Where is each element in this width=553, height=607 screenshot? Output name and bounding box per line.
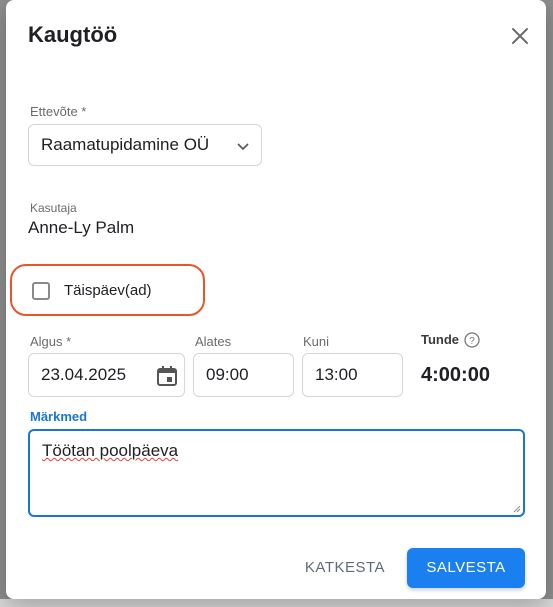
company-select[interactable]: Raamatupidamine OÜ xyxy=(28,124,262,166)
hours-label: Tunde xyxy=(421,332,460,347)
hours-value: 4:00:00 xyxy=(421,364,490,386)
chevron-down-icon xyxy=(237,143,249,151)
notes-value: Töötan poolpäeva xyxy=(42,441,179,460)
backdrop xyxy=(0,599,553,607)
from-label: Alates xyxy=(195,334,232,349)
full-day-checkbox[interactable] xyxy=(32,282,50,300)
user-value: Anne-Ly Palm xyxy=(28,218,135,237)
help-icon[interactable]: ? xyxy=(464,332,480,348)
user-label: Kasutaja xyxy=(30,201,77,215)
company-select-value: Raamatupidamine OÜ xyxy=(41,135,210,154)
full-day-label: Täispäev(ad) xyxy=(64,282,152,299)
save-button[interactable]: SALVESTA xyxy=(407,548,525,588)
to-label: Kuni xyxy=(303,334,330,349)
svg-text:?: ? xyxy=(469,336,475,347)
dialog-title: Kaugtöö xyxy=(28,22,118,47)
from-time-input[interactable]: 09:00 xyxy=(193,353,294,397)
start-date-label: Algus * xyxy=(30,334,72,349)
calendar-icon[interactable] xyxy=(156,365,178,387)
to-time-input[interactable]: 13:00 xyxy=(302,353,403,397)
resize-handle[interactable] xyxy=(511,503,521,513)
to-time-value: 13:00 xyxy=(315,365,358,384)
start-date-input[interactable]: 23.04.2025 xyxy=(28,353,185,397)
notes-label: Märkmed xyxy=(30,409,88,424)
from-time-value: 09:00 xyxy=(206,365,249,384)
notes-textarea[interactable]: Töötan poolpäeva xyxy=(28,429,525,517)
start-date-value: 23.04.2025 xyxy=(41,365,127,384)
remote-work-dialog: Kaugtöö Ettevõte * Raamatupidamine OÜ Ka… xyxy=(6,0,546,599)
close-icon[interactable] xyxy=(506,22,534,50)
company-label: Ettevõte * xyxy=(30,104,87,119)
cancel-button[interactable]: KATKESTA xyxy=(298,550,392,586)
